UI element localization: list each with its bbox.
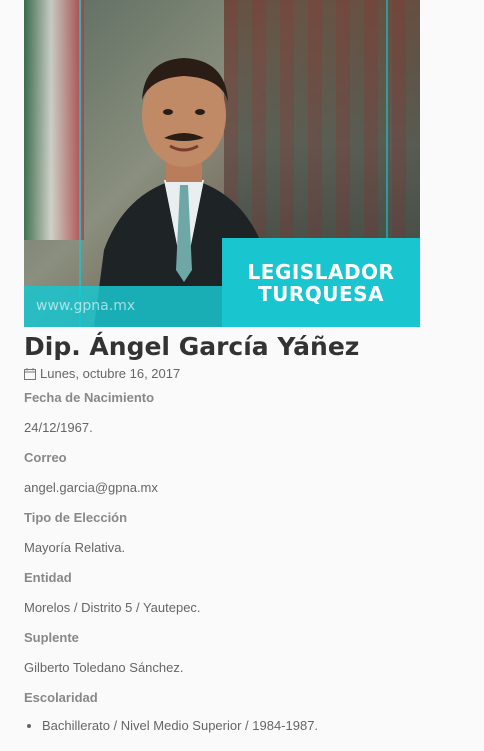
profile-photo: www.gpna.mx LEGISLADOR TURQUESA — [24, 0, 420, 327]
accent-line — [79, 0, 81, 327]
field-value-birthdate: 24/12/1967. — [24, 420, 93, 435]
calendar-icon — [24, 367, 36, 380]
field-label-election-type: Tipo de Elección — [24, 510, 128, 525]
field-value-substitute: Gilberto Toledano Sánchez. — [24, 660, 184, 675]
field-value-entity: Morelos / Distrito 5 / Yautepec. — [24, 600, 201, 615]
page-title: Dip. Ángel García Yáñez — [24, 332, 360, 361]
education-list: Bachillerato / Nivel Medio Superior / 19… — [24, 718, 318, 733]
field-label-email: Correo — [24, 450, 67, 465]
field-label-education: Escolaridad — [24, 690, 98, 705]
banner-line2: TURQUESA — [257, 281, 385, 306]
field-label-birthdate: Fecha de Nacimiento — [24, 390, 155, 405]
accent-line — [386, 0, 388, 240]
banner-line1: LEGISLADOR — [247, 259, 395, 284]
field-label-substitute: Suplente — [24, 630, 79, 645]
post-date: Lunes, octubre 16, 2017 — [24, 366, 180, 381]
post-date-text: Lunes, octubre 16, 2017 — [40, 366, 181, 381]
legislador-turquesa-banner: LEGISLADOR TURQUESA — [222, 238, 420, 327]
field-value-election-type: Mayoría Relativa. — [24, 540, 126, 555]
field-label-entity: Entidad — [24, 570, 72, 585]
watermark-text: www.gpna.mx — [36, 298, 136, 314]
field-value-email: angel.garcia@gpna.mx — [24, 480, 158, 495]
flag-background — [24, 0, 84, 240]
list-item: Bachillerato / Nivel Medio Superior / 19… — [42, 718, 318, 733]
